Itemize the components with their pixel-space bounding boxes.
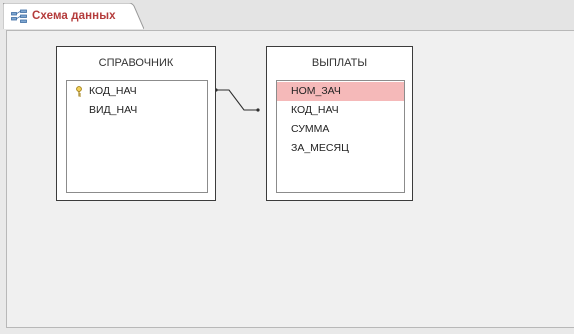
relationships-icon	[11, 9, 27, 23]
field-za-mesyats[interactable]: ЗА_МЕСЯЦ	[277, 139, 404, 158]
tab-label: Схема данных	[32, 10, 116, 22]
field-nom-zach[interactable]: НОМ_ЗАЧ	[277, 82, 404, 101]
relationships-canvas[interactable]: СПРАВОЧНИК КОД_НАЧ ВИД_НАЧ ВЫПЛАТЫ НОМ_З…	[6, 30, 574, 328]
field-vid-nach[interactable]: ВИД_НАЧ	[67, 101, 207, 120]
document-tab-strip: Схема данных	[0, 0, 574, 30]
table-title: СПРАВОЧНИК	[98, 57, 174, 69]
tab-relationships[interactable]: Схема данных	[3, 3, 144, 30]
field-summa[interactable]: СУММА	[277, 120, 404, 139]
field-kod-nach[interactable]: КОД_НАЧ	[277, 101, 404, 120]
table-spravochnik[interactable]: СПРАВОЧНИК КОД_НАЧ ВИД_НАЧ	[56, 46, 216, 201]
field-list[interactable]: КОД_НАЧ ВИД_НАЧ	[66, 80, 208, 193]
table-vyplaty[interactable]: ВЫПЛАТЫ НОМ_ЗАЧ КОД_НАЧ СУММА ЗА_МЕСЯЦ	[266, 46, 413, 201]
field-kod-nach[interactable]: КОД_НАЧ	[67, 82, 207, 101]
primary-key-icon	[76, 86, 82, 97]
field-list[interactable]: НОМ_ЗАЧ КОД_НАЧ СУММА ЗА_МЕСЯЦ	[276, 80, 405, 193]
table-title: ВЫПЛАТЫ	[311, 57, 368, 69]
